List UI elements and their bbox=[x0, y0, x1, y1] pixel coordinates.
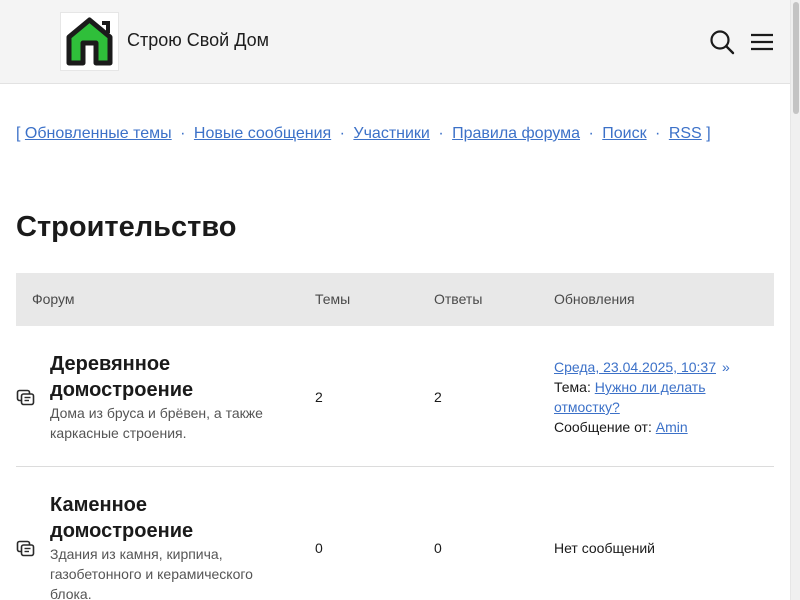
replies-count: 0 bbox=[434, 540, 442, 556]
site-logo[interactable] bbox=[60, 12, 119, 71]
last-update-date-link[interactable]: Среда, 23.04.2025, 10:37 bbox=[554, 359, 716, 375]
separator: · bbox=[588, 125, 594, 142]
separator: · bbox=[438, 125, 444, 142]
header-topics: Темы bbox=[315, 291, 351, 307]
separator: · bbox=[655, 125, 661, 142]
forum-description: Дома из бруса и брёвен, а также каркасны… bbox=[50, 405, 263, 441]
header-replies: Ответы bbox=[434, 291, 483, 307]
author-link[interactable]: Amin bbox=[656, 419, 688, 435]
link-updated-topics[interactable]: Обновленные темы bbox=[25, 125, 172, 142]
forum-title[interactable]: Каменное домостроение bbox=[50, 492, 290, 544]
topics-count: 0 bbox=[315, 540, 323, 556]
quick-links-bar: [ Обновленные темы · Новые сообщения · У… bbox=[16, 125, 711, 143]
hamburger-menu-icon[interactable] bbox=[748, 28, 776, 56]
topic-label: Тема: bbox=[554, 379, 591, 395]
bracket-open: [ bbox=[16, 125, 21, 142]
link-search[interactable]: Поиск bbox=[602, 125, 646, 142]
page-scrollbar[interactable] bbox=[790, 0, 800, 600]
link-new-messages[interactable]: Новые сообщения bbox=[194, 125, 331, 142]
forum-topics-icon bbox=[16, 387, 36, 407]
link-forum-rules[interactable]: Правила форума bbox=[452, 125, 580, 142]
replies-count: 2 bbox=[434, 389, 442, 405]
header-forum: Форум bbox=[32, 291, 75, 307]
section-title: Строительство bbox=[16, 211, 237, 243]
topics-count: 2 bbox=[315, 389, 323, 405]
bracket-close: ] bbox=[706, 125, 711, 142]
search-icon[interactable] bbox=[708, 28, 736, 56]
author-label: Сообщение от: bbox=[554, 419, 652, 435]
no-messages-text: Нет сообщений bbox=[554, 540, 656, 556]
forum-title[interactable]: Деревянное домостроение bbox=[50, 351, 290, 403]
forum-description: Здания из камня, кирпича, газобетонного … bbox=[50, 546, 253, 600]
link-members[interactable]: Участники bbox=[353, 125, 429, 142]
separator: · bbox=[180, 125, 186, 142]
header-updates: Обновления bbox=[554, 291, 635, 307]
scrollbar-thumb[interactable] bbox=[793, 2, 799, 114]
site-title[interactable]: Строю Свой Дом bbox=[127, 30, 269, 51]
forum-row: Каменное домостроение Здания из камня, к… bbox=[16, 468, 774, 600]
link-rss[interactable]: RSS bbox=[669, 125, 702, 142]
forum-topics-icon bbox=[16, 538, 36, 558]
go-to-last-post-icon[interactable]: » bbox=[722, 359, 730, 375]
separator: · bbox=[339, 125, 345, 142]
last-update-block: Среда, 23.04.2025, 10:37» Тема: Нужно ли… bbox=[554, 357, 769, 437]
site-header: Строю Свой Дом bbox=[0, 0, 790, 84]
forum-row: Деревянное домостроение Дома из бруса и … bbox=[16, 327, 774, 467]
forum-table-header: Форум Темы Ответы Обновления bbox=[16, 273, 774, 326]
house-logo-icon bbox=[66, 17, 113, 66]
